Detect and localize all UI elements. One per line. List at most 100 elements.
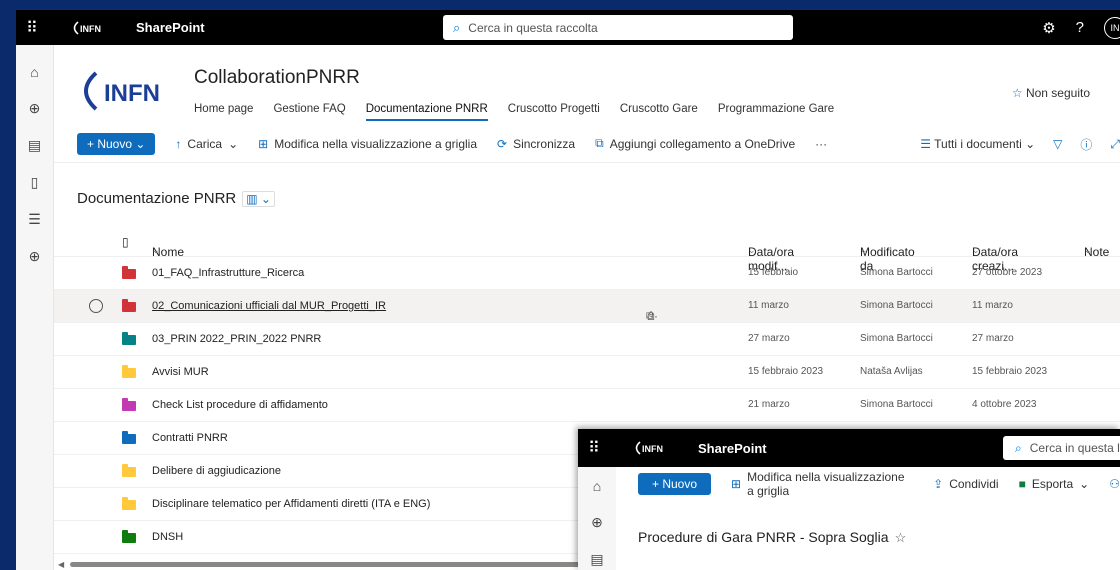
excel-icon: ■ (1018, 477, 1026, 491)
row-modified-by: Simona Bartocci (860, 300, 933, 311)
row-created: 27 marzo (972, 333, 1014, 344)
grid-icon: ⊞ (258, 136, 269, 151)
expand-icon[interactable]: ⤢ (1110, 137, 1120, 152)
lists-icon[interactable]: ☰ (16, 201, 53, 238)
nav-cruscotto-progetti[interactable]: Cruscotto Progetti (508, 103, 600, 121)
row-modified: 27 marzo (748, 333, 790, 344)
file-type-icon[interactable]: ▯ (122, 235, 129, 249)
overlay-logo-text: INFN (642, 444, 663, 454)
overlay-home-icon[interactable]: ⌂ (578, 467, 616, 504)
left-rail: ⌂ ⊕ ▤ ▯ ☰ ⊕ (16, 45, 54, 570)
library-title-text[interactable]: Documentazione PNRR (77, 190, 236, 207)
app-name[interactable]: SharePoint (136, 20, 205, 35)
onedrive-label: Aggiungi collegamento a OneDrive (609, 136, 796, 151)
view-switcher[interactable]: ☰ Tutti i documenti ⌄ (920, 137, 1035, 151)
sync-button[interactable]: ⟳ Sincronizza (497, 137, 575, 151)
sync-icon: ⟳ (497, 136, 508, 151)
row-name[interactable]: Avvisi MUR (152, 366, 209, 378)
file-icon[interactable]: ▯ (16, 164, 53, 201)
table-row[interactable]: 03_PRIN 2022_PRIN_2022 PNRR 27 marzo Simon… (54, 323, 1120, 356)
overlay-new-label: Nuovo (662, 477, 698, 491)
library-title: Documentazione PNRR ▥ ⌄ (77, 190, 275, 207)
nav-home[interactable]: Home page (194, 103, 253, 121)
grid-edit-button[interactable]: ⊞ Modifica nella visualizzazione a grigli… (258, 137, 477, 151)
row-name[interactable]: Contratti PNRR (152, 432, 228, 444)
overlay-export-button[interactable]: ■ Esporta ⌄ (1019, 477, 1090, 491)
table-row[interactable]: 02_Comunicazioni ufficiali dal MUR_Proge… (54, 290, 1120, 323)
overlay-grid-edit-button[interactable]: ⊞ Modifica nella visualizzazione a grigli… (731, 470, 913, 498)
table-row[interactable]: Avvisi MUR 15 febbraio 2023 Nataša Avlijas… (54, 356, 1120, 389)
onedrive-shortcut-button[interactable]: ⧉ Aggiungi collegamento a OneDrive (595, 136, 795, 151)
news-icon[interactable]: ▤ (16, 127, 53, 164)
overlay-list-title: Procedure di Gara PNRR - Sopra Soglia ☆ (638, 529, 906, 546)
upload-button[interactable]: ↑ Carica ⌄ (175, 137, 238, 151)
row-name[interactable]: 03_PRIN 2022_PRIN_2022 PNRR (152, 333, 321, 345)
nav-documentazione[interactable]: Documentazione PNRR (365, 103, 488, 121)
nav-cruscotto-gare[interactable]: Cruscotto Gare (620, 103, 698, 121)
row-modified: 15 febbraio 2023 (748, 366, 824, 377)
overlay-grid-icon: ⊞ (731, 477, 742, 491)
overlay-favorite-star-icon[interactable]: ☆ (895, 530, 907, 545)
avatar[interactable]: IN (1104, 16, 1120, 39)
overlay-app-name[interactable]: SharePoint (698, 441, 767, 456)
site-title[interactable]: CollaborationPNRR (194, 67, 360, 89)
row-modified: 15 febbraio (748, 267, 799, 278)
overlay-title-text[interactable]: Procedure di Gara PNRR - Sopra Soglia (638, 529, 889, 545)
overlay-share-button[interactable]: ⇪ Condividi (933, 477, 998, 491)
command-bar: + Nuovo ⌄ ↑ Carica ⌄ ⊞ Modifica nella visu… (54, 125, 1120, 163)
row-name[interactable]: 02_Comunicazioni ufficiali dal MUR_Proge… (152, 300, 386, 312)
view-controls: ☰ Tutti i documenti ⌄ ▽ ⓘ ⤢ (920, 125, 1120, 163)
suite-actions: ⚙ ? IN (1042, 10, 1120, 45)
nav-faq[interactable]: Gestione FAQ (273, 103, 345, 121)
row-name[interactable]: Delibere di aggiudicazione (152, 465, 281, 477)
row-name[interactable]: 01_FAQ_Infrastrutture_Ricerca (152, 267, 304, 279)
row-name[interactable]: Check List procedure di affidamento (152, 399, 328, 411)
overlay-search-box[interactable]: ⌕ Cerca in questa lis (1003, 436, 1120, 460)
row-select-radio[interactable] (89, 299, 103, 313)
overlay-infn-logo[interactable]: INFN (632, 440, 672, 456)
globe-icon[interactable]: ⊕ (16, 90, 53, 127)
nav-programmazione-gare[interactable]: Programmazione Gare (718, 103, 834, 121)
settings-icon[interactable]: ⚙ (1042, 19, 1055, 37)
view-label: Tutti i documenti (934, 137, 1022, 151)
search-box[interactable]: ⌕ Cerca in questa raccolta (443, 15, 793, 40)
list-header: ▯ Nome ⌄ Data/ora modif... ⌄ Modificato … (54, 225, 1120, 273)
library-view-icon[interactable]: ▥ ⌄ (242, 190, 275, 207)
site-logo-text: INFN (104, 80, 160, 107)
more-icon[interactable]: ··· (646, 309, 658, 323)
search-icon: ⌕ (453, 19, 461, 35)
overlay-app-launcher-icon[interactable]: ⠿ (578, 438, 610, 458)
row-modified: 21 marzo (748, 399, 790, 410)
table-row[interactable]: Check List procedure di affidamento 21 ma… (54, 389, 1120, 422)
more-button[interactable]: ··· (815, 137, 827, 151)
follow-button[interactable]: ☆ Non seguito (1012, 86, 1090, 100)
site-header: INFN CollaborationPNRR Home page Gestion… (54, 45, 1120, 125)
help-icon[interactable]: ? (1076, 19, 1084, 36)
create-icon[interactable]: ⊕ (16, 238, 53, 275)
scrollbar-thumb[interactable] (70, 562, 630, 567)
filter-icon[interactable]: ▽ (1053, 137, 1062, 151)
infn-logo[interactable]: INFN (70, 20, 110, 36)
overlay-window: ⠿ INFN SharePoint ⌕ Cerca in questa lis … (578, 429, 1120, 570)
row-created: 15 febbraio 2023 (972, 366, 1048, 377)
grid-edit-label: Modifica nella visualizzazione a griglia (274, 136, 478, 151)
overlay-command-bar: + Nuovo ⊞ Modifica nella visualizzazione … (616, 467, 1120, 501)
folder-icon (122, 398, 136, 411)
scroll-left-icon[interactable]: ◀ (58, 560, 64, 569)
overlay-people-icon[interactable]: ⚇ (1109, 477, 1120, 491)
table-row[interactable]: 01_FAQ_Infrastrutture_Ricerca 15 febbraio… (54, 257, 1120, 290)
upload-icon: ↑ (175, 136, 182, 151)
info-icon[interactable]: ⓘ (1080, 136, 1092, 153)
row-name[interactable]: DNSH (152, 531, 183, 543)
overlay-new-button[interactable]: + Nuovo (638, 473, 712, 495)
overlay-news-icon[interactable]: ▤ (578, 541, 616, 570)
row-name[interactable]: Disciplinare telematico per Affidamenti … (152, 498, 430, 510)
new-button[interactable]: + Nuovo ⌄ (77, 132, 156, 155)
row-created: 11 marzo (972, 300, 1013, 311)
folder-icon (122, 431, 136, 444)
overlay-globe-icon[interactable]: ⊕ (578, 504, 616, 541)
site-logo[interactable]: INFN (76, 67, 180, 115)
overlay-share-label: Condividi (949, 477, 999, 491)
app-launcher-icon[interactable]: ⠿ (16, 18, 48, 38)
home-icon[interactable]: ⌂ (16, 53, 53, 90)
